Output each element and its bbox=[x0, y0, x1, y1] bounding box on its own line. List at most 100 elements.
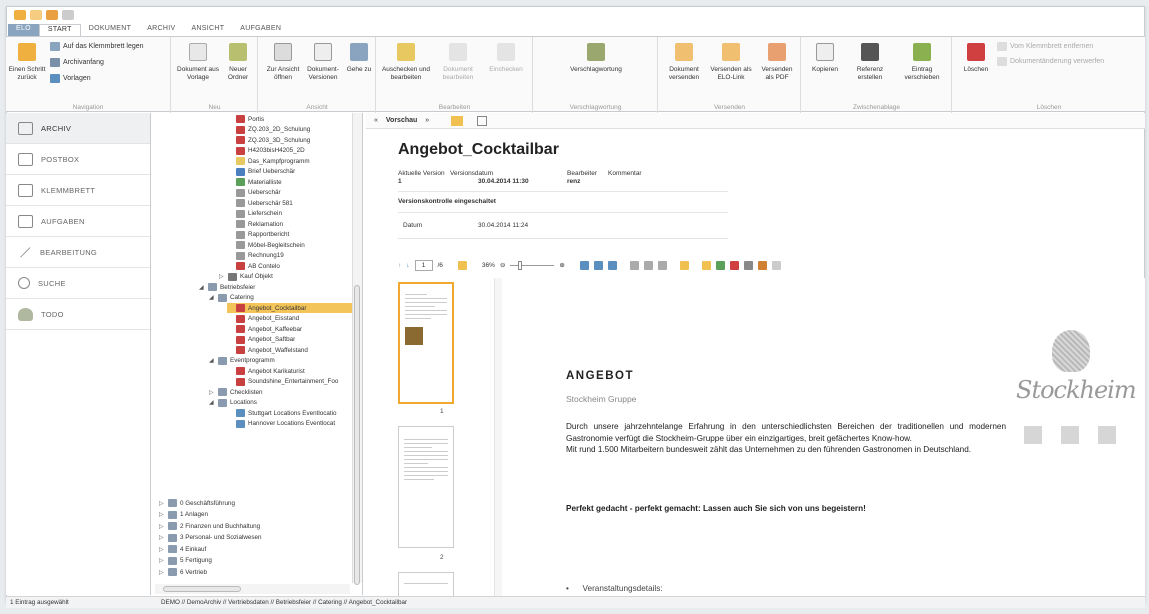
refresh-icon[interactable] bbox=[46, 10, 58, 20]
tab-ansicht[interactable]: ANSICHT bbox=[183, 24, 232, 36]
tree-node[interactable]: ▷ 3 Personal- und Sozialwesen bbox=[159, 533, 262, 543]
back-step-button[interactable]: Einen Schritt zurück bbox=[8, 43, 46, 82]
expand-toggle-icon[interactable]: ▷ bbox=[159, 523, 165, 530]
rotate-left-icon[interactable] bbox=[629, 260, 639, 270]
delete-button[interactable]: Löschen bbox=[959, 43, 993, 74]
page-number-input[interactable]: 1 bbox=[414, 259, 433, 271]
tree-node[interactable]: Stuttgart Locations Eventlocatio bbox=[227, 408, 337, 418]
tree-node[interactable]: Angebot_Cocktailbar bbox=[227, 303, 362, 313]
page-thumbnail-1[interactable] bbox=[398, 282, 454, 404]
highlighter-icon[interactable] bbox=[715, 260, 725, 270]
actual-size-icon[interactable] bbox=[607, 260, 617, 270]
tree-node[interactable]: ▷ Checklisten bbox=[209, 387, 263, 397]
expand-toggle-icon[interactable]: ▷ bbox=[159, 511, 165, 518]
tree-node[interactable]: Ueberschär bbox=[227, 188, 281, 198]
templates-button[interactable]: Vorlagen bbox=[50, 74, 91, 83]
stamp-icon[interactable] bbox=[757, 260, 767, 270]
tree-node[interactable]: ◢ Betriebsfeier bbox=[199, 282, 255, 292]
tree-node[interactable]: Reklamation bbox=[227, 219, 283, 229]
discard-changes-button[interactable]: Dokumentänderung verwerfen bbox=[997, 57, 1104, 66]
fit-width-icon[interactable] bbox=[579, 260, 589, 270]
nav-todo[interactable]: TODO bbox=[6, 299, 150, 330]
tree-node[interactable]: Angebot_Saftbar bbox=[227, 335, 295, 345]
delete-annotation-icon[interactable] bbox=[771, 260, 781, 270]
preview-mode-icon[interactable] bbox=[451, 115, 464, 126]
tab-dokument[interactable]: DOKUMENT bbox=[81, 24, 139, 36]
open-view-button[interactable]: Zur Ansicht öffnen bbox=[263, 43, 303, 82]
expand-toggle-icon[interactable]: ▷ bbox=[159, 500, 165, 507]
fit-height-icon[interactable] bbox=[593, 260, 603, 270]
create-reference-button[interactable]: Referenz erstellen bbox=[848, 43, 892, 82]
page-down-icon[interactable]: ↓ bbox=[406, 262, 409, 269]
thumbnail-scrollbar[interactable] bbox=[494, 278, 502, 596]
doc-from-template-button[interactable]: Dokument aus Vorlage bbox=[176, 43, 220, 82]
tab-archiv[interactable]: ARCHIV bbox=[139, 24, 183, 36]
annotation-note-icon[interactable] bbox=[701, 260, 711, 270]
send-elo-link-button[interactable]: Versenden als ELO-Link bbox=[707, 43, 755, 82]
move-entry-button[interactable]: Eintrag verschieben bbox=[898, 43, 946, 82]
expand-toggle-icon[interactable]: ▷ bbox=[159, 557, 165, 564]
nav-bearbeitung[interactable]: BEARBEITUNG bbox=[6, 237, 150, 268]
expand-toggle-icon[interactable]: ◢ bbox=[209, 399, 215, 406]
tree-node[interactable]: ▷ 1 Anlagen bbox=[159, 510, 208, 520]
tree-node[interactable]: ▷ 2 Finanzen und Buchhaltung bbox=[159, 521, 260, 531]
page-thumbnail-2[interactable] bbox=[398, 426, 454, 548]
tree-hscroll-thumb[interactable] bbox=[163, 586, 241, 592]
zoom-in-icon[interactable]: ⊕ bbox=[559, 261, 564, 269]
send-pdf-button[interactable]: Versenden als PDF bbox=[757, 43, 797, 82]
text-annotation-icon[interactable] bbox=[743, 260, 753, 270]
tree-node[interactable]: Angebot_Waffelstand bbox=[227, 345, 308, 355]
nav-aufgaben[interactable]: AUFGABEN bbox=[6, 206, 150, 237]
nav-postbox[interactable]: POSTBOX bbox=[6, 144, 150, 175]
marker-icon[interactable] bbox=[729, 260, 739, 270]
tree-node[interactable]: ZQ.203_2D_Schulung bbox=[227, 125, 310, 135]
expand-right-icon[interactable]: » bbox=[425, 117, 429, 124]
expand-toggle-icon[interactable]: ▷ bbox=[209, 389, 215, 396]
doc-versions-button[interactable]: Dokument-Versionen bbox=[303, 43, 343, 82]
zoom-out-icon[interactable]: ⊖ bbox=[500, 261, 505, 269]
tree-node[interactable]: Ueberschär 581 bbox=[227, 198, 293, 208]
fit-page-icon[interactable] bbox=[457, 260, 467, 270]
tree-node[interactable]: ▷ 4 Einkauf bbox=[159, 544, 206, 554]
zoom-slider[interactable] bbox=[510, 260, 555, 270]
collapse-left-icon[interactable]: « bbox=[374, 117, 378, 124]
expand-toggle-icon[interactable]: ◢ bbox=[199, 284, 205, 291]
back-arrow-icon[interactable] bbox=[14, 10, 26, 20]
tree-node[interactable]: Portis bbox=[227, 114, 264, 124]
tree-node[interactable]: ▷ Kauf Objekt bbox=[219, 272, 273, 282]
copy-button[interactable]: Kopieren bbox=[806, 43, 844, 74]
nav-suche[interactable]: SUCHE bbox=[6, 268, 150, 299]
tree-node[interactable]: Rapportbericht bbox=[227, 230, 289, 240]
tree-node[interactable]: Brief Ueberschär bbox=[227, 167, 295, 177]
tree-node[interactable]: AB Contelo bbox=[227, 261, 280, 271]
nav-klemmbrett[interactable]: KLEMMBRETT bbox=[6, 175, 150, 206]
expand-toggle-icon[interactable]: ▷ bbox=[159, 534, 165, 541]
tree-node[interactable]: Rechnung19 bbox=[227, 251, 284, 261]
checkin-button[interactable]: Einchecken bbox=[483, 43, 529, 74]
edit-document-button[interactable]: Dokument bearbeiten bbox=[435, 43, 481, 82]
tree-node[interactable]: ◢ Eventprogramm bbox=[209, 356, 275, 366]
tree-scroll-thumb[interactable] bbox=[354, 285, 360, 585]
tree-node[interactable]: Möbel-Begleitschein bbox=[227, 240, 305, 250]
new-folder-button[interactable]: Neuer Ordner bbox=[222, 43, 254, 82]
save-icon[interactable] bbox=[679, 260, 689, 270]
tree-node[interactable]: Angebot_Kaffeebar bbox=[227, 324, 302, 334]
expand-toggle-icon[interactable]: ▷ bbox=[219, 273, 225, 280]
tree-node[interactable]: ▷ 0 Geschäftsführung bbox=[159, 498, 235, 508]
goto-button[interactable]: Gehe zu bbox=[345, 43, 373, 74]
nav-archiv[interactable]: ARCHIV bbox=[6, 113, 150, 144]
tab-aufgaben[interactable]: AUFGABEN bbox=[232, 24, 289, 36]
tree-node[interactable]: ▷ 5 Fertigung bbox=[159, 556, 212, 566]
tagging-button[interactable]: Verschlagwortung bbox=[556, 43, 636, 74]
pin-icon[interactable] bbox=[62, 10, 74, 20]
rotate-right-icon[interactable] bbox=[643, 260, 653, 270]
page-thumbnail-3[interactable] bbox=[398, 572, 454, 598]
tree-node[interactable]: Das_Kampfprogramm bbox=[227, 156, 310, 166]
expand-toggle-icon[interactable]: ◢ bbox=[209, 357, 215, 364]
print-icon[interactable] bbox=[657, 260, 667, 270]
preview-tab[interactable]: Vorschau bbox=[386, 117, 417, 124]
tab-elo[interactable]: ELO bbox=[8, 24, 39, 36]
tree-node[interactable]: ◢ Locations bbox=[209, 398, 257, 408]
grid-view-icon[interactable] bbox=[477, 115, 488, 126]
tree-node[interactable]: H4203bisH4205_2D bbox=[227, 146, 305, 156]
